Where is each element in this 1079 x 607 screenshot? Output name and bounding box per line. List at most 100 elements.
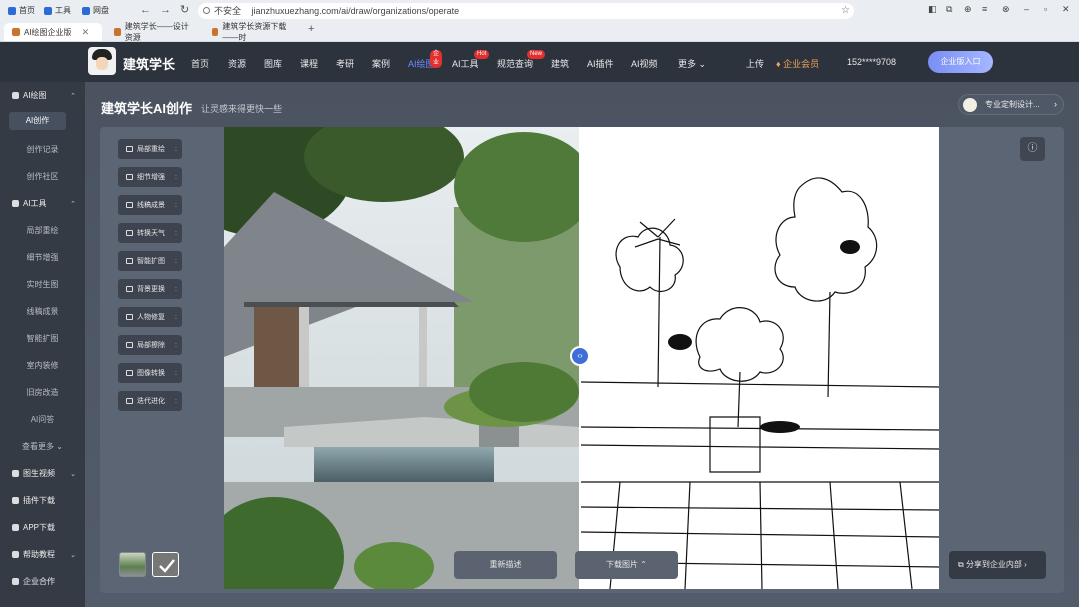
regenerate-button[interactable]: 重新描述: [454, 551, 557, 579]
minimize-icon[interactable]: –: [1024, 4, 1029, 14]
thumbnail-render[interactable]: [119, 552, 146, 577]
expand-icon: [126, 258, 133, 264]
tab-downloads[interactable]: 建筑学长资源下载——时: [204, 22, 300, 42]
sidebar-group-app[interactable]: APP下载: [12, 522, 76, 533]
menu-architecture[interactable]: 建筑: [551, 57, 569, 70]
custom-design-button[interactable]: 专业定制设计... ›: [958, 94, 1064, 115]
sketch-drawing: [579, 177, 939, 589]
fav-drive[interactable]: 网盘: [82, 4, 109, 17]
sidebar-item-realtime[interactable]: 实时生图: [0, 279, 85, 290]
forward-button[interactable]: →: [160, 4, 171, 17]
video-icon: [12, 470, 19, 477]
brand-name[interactable]: 建筑学长: [123, 54, 175, 73]
sidebar-group-plugin[interactable]: 插件下载: [12, 495, 76, 506]
star-icon[interactable]: ☆: [841, 3, 850, 19]
tool-background[interactable]: 背景更换:: [118, 279, 182, 299]
site-icon: [12, 28, 20, 36]
menu-icon[interactable]: ≡: [982, 4, 987, 14]
tool-inpaint[interactable]: 局部重绘:: [118, 139, 182, 159]
tool-outpaint[interactable]: 智能扩图:: [118, 251, 182, 271]
cloud-icon: [82, 6, 90, 15]
sidebar-group-business[interactable]: 企业合作: [12, 576, 76, 587]
menu-gallery[interactable]: 图库: [264, 57, 282, 70]
sidebar-item-sketch-render[interactable]: 线稿成景: [0, 306, 85, 317]
tab-strip: AI绘图企业版 ✕ 建筑学长——设计资源 建筑学长资源下载——时 +: [0, 21, 1079, 42]
tool-weather[interactable]: 转换天气:: [118, 223, 182, 243]
tab-resources[interactable]: 建筑学长——设计资源: [106, 22, 200, 42]
avatar: [963, 98, 977, 112]
tool-iterate[interactable]: 迭代进化:: [118, 391, 182, 411]
chevron-right-icon: ›: [1021, 560, 1027, 569]
menu-resources[interactable]: 资源: [228, 57, 246, 70]
menu-ai-draw[interactable]: AI绘图 企业: [408, 50, 443, 70]
download-button[interactable]: 下载图片 ⌃: [575, 551, 678, 579]
close-tab-icon[interactable]: ✕: [82, 27, 90, 38]
vip-link[interactable]: ♦ 企业会员: [776, 57, 819, 70]
chevron-down-icon: ⌄: [70, 551, 76, 559]
user-phone[interactable]: 152****9708: [847, 57, 896, 67]
sidebar-item-community[interactable]: 创作社区: [0, 171, 85, 182]
menu-courses[interactable]: 课程: [300, 57, 318, 70]
menu-standards[interactable]: 规范查询 New: [497, 50, 546, 70]
thumbnail-sketch[interactable]: [152, 552, 179, 577]
app-icon: [12, 524, 19, 531]
menu-ai-plugin[interactable]: AI插件: [587, 57, 614, 70]
sidebar-item-detail[interactable]: 细节增强: [0, 252, 85, 263]
sidebar-item-outpaint[interactable]: 智能扩图: [0, 333, 85, 344]
profile-icon[interactable]: ⊗: [1002, 4, 1010, 15]
new-tab-button[interactable]: +: [308, 23, 314, 36]
sidebar-group-help[interactable]: 帮助教程 ⌄: [12, 549, 76, 560]
sidebar-item-interior[interactable]: 室内装修: [0, 360, 85, 371]
sketch-image: [579, 127, 939, 589]
puzzle-icon: [12, 497, 19, 504]
address-bar[interactable]: 不安全 jianzhuxuezhang.com/ai/draw/organiza…: [198, 3, 854, 19]
tools-icon: [44, 6, 52, 15]
upload-link[interactable]: 上传: [746, 57, 764, 70]
avatar-logo[interactable]: [88, 47, 116, 75]
info-icon[interactable]: ⓘ: [1020, 137, 1045, 161]
chevron-down-icon: ⌄: [70, 470, 76, 478]
site-header: 建筑学长 首页 资源 图库 课程 考研 案例 AI绘图 企业 AI工具 Hot 规范…: [0, 42, 1079, 82]
back-button[interactable]: ←: [140, 4, 151, 17]
sidebar-item-ai-create[interactable]: AI创作: [9, 112, 66, 130]
reader-icon[interactable]: ◧: [928, 4, 937, 15]
tab-ai-draw[interactable]: AI绘图企业版 ✕: [4, 23, 102, 41]
cloud-icon: [126, 230, 133, 236]
convert-icon: [126, 370, 133, 376]
pen-icon: [126, 202, 133, 208]
tool-erase[interactable]: 局部擦除:: [118, 335, 182, 355]
reload-button[interactable]: ↻: [180, 4, 189, 17]
tool-detail[interactable]: 细节增强:: [118, 167, 182, 187]
badge: New: [527, 50, 546, 59]
comparison-canvas[interactable]: ‹›: [224, 127, 939, 589]
menu-home[interactable]: 首页: [191, 57, 209, 70]
sidebar-group-ai-draw[interactable]: AI绘图 ⌃: [12, 90, 76, 101]
sidebar-item-inpaint[interactable]: 局部重绘: [0, 225, 85, 236]
extensions-icon[interactable]: ⧉: [946, 4, 952, 15]
compare-slider-handle[interactable]: ‹›: [570, 346, 590, 366]
tool-person[interactable]: 人物修复:: [118, 307, 182, 327]
tool-convert[interactable]: 图像转换:: [118, 363, 182, 383]
background-icon: [126, 286, 133, 292]
sidebar-item-history[interactable]: 创作记录: [0, 144, 85, 155]
share-button[interactable]: ⧉ 分享到企业内部 ›: [949, 551, 1046, 579]
menu-ai-video[interactable]: AI视频: [631, 57, 658, 70]
menu-ai-tools[interactable]: AI工具 Hot: [452, 50, 490, 70]
download-icon[interactable]: ⊕: [964, 4, 972, 15]
check-icon: [153, 553, 178, 576]
main-area: 建筑学长AI创作 让灵感来得更快一些 专业定制设计... › 局部重绘: 细节增强…: [85, 82, 1079, 607]
maximize-icon[interactable]: ▫: [1044, 4, 1047, 14]
sidebar-group-ai-tools[interactable]: AI工具 ⌃: [12, 198, 76, 209]
tool-sketch-render[interactable]: 线稿成景:: [118, 195, 182, 215]
menu-more[interactable]: 更多 ⌄: [678, 57, 706, 70]
sidebar-item-more[interactable]: 查看更多 ⌄: [0, 441, 85, 452]
sidebar-group-video[interactable]: 图生视频 ⌄: [12, 468, 76, 479]
sidebar-item-renovation[interactable]: 旧房改造: [0, 387, 85, 398]
fav-tools[interactable]: 工具: [44, 4, 71, 17]
menu-cases[interactable]: 案例: [372, 57, 390, 70]
sidebar-item-qa[interactable]: AI问答: [0, 414, 85, 425]
fav-home[interactable]: 首页: [8, 4, 35, 17]
menu-exam[interactable]: 考研: [336, 57, 354, 70]
close-window-icon[interactable]: ✕: [1062, 4, 1070, 15]
enterprise-button[interactable]: 企业版入口: [928, 51, 993, 73]
